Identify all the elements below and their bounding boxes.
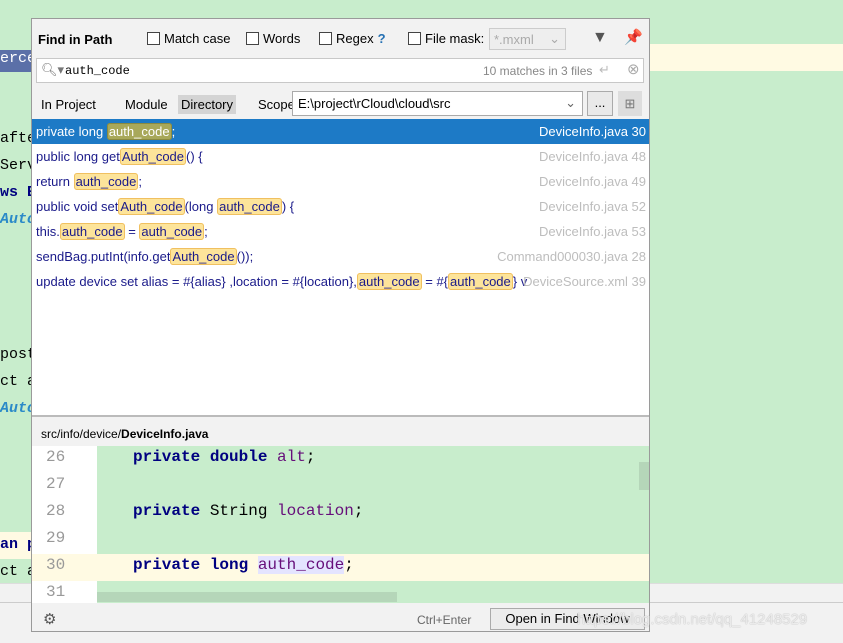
result-file: DeviceInfo.java 49 xyxy=(539,174,646,189)
tab-module[interactable]: Module xyxy=(122,95,171,114)
editor-line-fragment: afte xyxy=(0,130,32,147)
settings-icon[interactable]: ⚙ xyxy=(43,610,56,628)
result-text: sendBag.putInt(info.get xyxy=(36,249,171,264)
result-file: DeviceInfo.java 53 xyxy=(539,224,646,239)
result-text: this. xyxy=(36,224,60,239)
result-file: DeviceInfo.java 30 xyxy=(539,124,646,139)
line-number: 27 xyxy=(46,475,66,493)
file-mask-select[interactable]: *.mxml ⌄ xyxy=(489,28,566,50)
editor-line-fragment: ct a xyxy=(0,373,32,390)
result-text: ; xyxy=(138,174,142,189)
result-row[interactable]: public long get Auth_code() { DeviceInfo.j… xyxy=(32,144,649,169)
result-text: (long xyxy=(184,199,218,214)
tab-directory[interactable]: Directory xyxy=(178,95,237,114)
line-number: 30 xyxy=(46,556,66,574)
result-text: ()); xyxy=(236,249,254,264)
match-case-label: Match case xyxy=(164,31,231,46)
match-highlight: auth_code xyxy=(139,223,205,240)
file-mask-label: File mask: xyxy=(425,31,485,46)
search-field[interactable]: 🔍︎▾ auth_code 10 matches in 3 files ↵ ⊗ xyxy=(36,58,644,83)
code-line: private double alt; xyxy=(133,448,316,466)
result-text: public long get xyxy=(36,149,120,164)
result-file: DeviceInfo.java 48 xyxy=(539,149,646,164)
words-label: Words xyxy=(263,31,301,46)
code-line: private long auth_code; xyxy=(133,556,354,574)
result-file: Command000030.java 28 xyxy=(497,249,646,264)
watermark: https://blog.csdn.net/qq_41248529 xyxy=(577,611,808,628)
match-highlight: auth_code xyxy=(73,173,139,190)
match-count: 10 matches in 3 files xyxy=(483,64,593,78)
result-text: update device set alias = #{alias} ,loca… xyxy=(36,274,357,289)
match-highlight: Auth_code xyxy=(119,148,187,165)
result-file: DeviceInfo.java 52 xyxy=(539,199,646,214)
result-row[interactable]: private long auth_code; DeviceInfo.java 3… xyxy=(32,119,649,144)
match-highlight: Auth_code xyxy=(118,198,185,215)
directory-value: E:\project\rCloud\cloud\src xyxy=(298,96,451,111)
editor-line-fragment: ws E xyxy=(0,184,32,201)
search-query[interactable]: auth_code xyxy=(65,64,130,78)
result-text: ) { xyxy=(281,199,295,214)
splitter[interactable] xyxy=(32,415,649,417)
match-highlight: auth_code xyxy=(356,273,422,290)
tab-in-project[interactable]: In Project xyxy=(38,95,99,114)
file-mask-checkbox[interactable]: File mask: xyxy=(408,31,484,46)
line-number: 31 xyxy=(46,583,66,601)
result-text: ; xyxy=(204,224,208,239)
match-case-checkbox[interactable]: Match case xyxy=(147,31,230,46)
browse-button[interactable]: ... xyxy=(587,91,613,116)
result-row[interactable]: this. auth_code = auth_code; DeviceInfo.ja… xyxy=(32,219,649,244)
editor-line-fragment: erce xyxy=(0,50,32,72)
line-number: 26 xyxy=(46,448,66,466)
code-line: private String location; xyxy=(133,502,364,520)
regex-label: Regex xyxy=(336,31,374,46)
result-row[interactable]: update device set alias = #{alias} ,loca… xyxy=(32,269,649,294)
pin-icon[interactable]: 📌 xyxy=(624,28,643,46)
editor-line-fragment: ct a xyxy=(0,563,32,580)
results-list: private long auth_code; DeviceInfo.java 3… xyxy=(32,119,649,415)
match-highlight: Auth_code xyxy=(170,248,237,265)
editor-current-line xyxy=(650,44,843,71)
dialog-title: Find in Path xyxy=(38,32,113,47)
preview-path: src/info/device/DeviceInfo.java xyxy=(41,427,209,441)
match-highlight: auth_code xyxy=(448,273,513,290)
clear-icon[interactable]: ⊗ xyxy=(627,60,640,78)
editor-line-fragment: Auto xyxy=(0,211,32,228)
search-icon[interactable]: 🔍︎▾ xyxy=(41,62,64,78)
result-row[interactable]: sendBag.putInt(info.get Auth_code ()); Comm… xyxy=(32,244,649,269)
result-text: return xyxy=(36,174,74,189)
match-highlight: auth_code xyxy=(59,223,125,240)
module-tree-icon[interactable]: ⊞ xyxy=(618,91,642,116)
code-preview: 26 private double alt; 27 28 private String … xyxy=(32,446,649,603)
horizontal-scrollbar[interactable] xyxy=(97,592,397,602)
result-text: public void set xyxy=(36,199,119,214)
editor-line-fragment: Auto xyxy=(0,400,32,417)
find-in-path-dialog: Find in Path Match case Words Regex? Fil… xyxy=(31,18,650,632)
result-text: private long xyxy=(36,124,107,139)
result-text: = #{ xyxy=(421,274,449,289)
match-highlight: auth_code xyxy=(106,123,172,140)
result-row[interactable]: return auth_code; DeviceInfo.java 49 xyxy=(32,169,649,194)
enter-icon: ↵ xyxy=(599,62,610,77)
shortcut-hint: Ctrl+Enter xyxy=(417,613,472,627)
vertical-scrollbar[interactable] xyxy=(639,462,649,490)
regex-help-link[interactable]: ? xyxy=(378,31,386,46)
directory-combobox[interactable]: E:\project\rCloud\cloud\src ⌄ xyxy=(292,91,583,116)
filter-icon[interactable]: ▼ xyxy=(592,29,608,47)
editor-line-fragment: an p xyxy=(0,536,32,553)
regex-checkbox[interactable]: Regex? xyxy=(319,31,386,46)
result-text: () { xyxy=(186,149,203,164)
match-highlight: auth_code xyxy=(217,198,282,215)
result-text: = xyxy=(124,224,140,239)
result-row[interactable]: public void set Auth_code (long auth_code)… xyxy=(32,194,649,219)
line-number: 29 xyxy=(46,529,66,547)
editor-line-fragment: Serv xyxy=(0,157,32,174)
words-checkbox[interactable]: Words xyxy=(246,31,300,46)
result-text: ; xyxy=(171,124,176,139)
editor-line-fragment: post xyxy=(0,346,32,363)
line-number: 28 xyxy=(46,502,66,520)
result-file: DeviceSource.xml 39 xyxy=(523,274,646,289)
chevron-down-icon: ⌄ xyxy=(565,95,576,110)
